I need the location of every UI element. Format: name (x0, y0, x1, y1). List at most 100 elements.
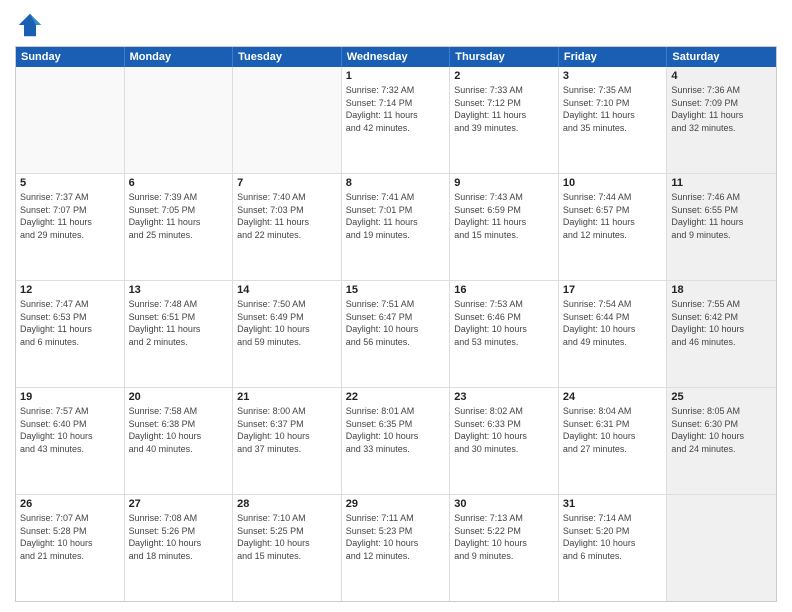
day-info-21: Sunrise: 8:00 AM Sunset: 6:37 PM Dayligh… (237, 405, 337, 455)
day-cell-22: 22 Sunrise: 8:01 AM Sunset: 6:35 PM Dayli… (342, 388, 451, 494)
day-info-2: Sunrise: 7:33 AM Sunset: 7:12 PM Dayligh… (454, 84, 554, 134)
day-cell-empty-4-6 (667, 495, 776, 601)
day-cell-6: 6 Sunrise: 7:39 AM Sunset: 7:05 PM Daylig… (125, 174, 234, 280)
page: SundayMondayTuesdayWednesdayThursdayFrid… (0, 0, 792, 612)
day-info-31: Sunrise: 7:14 AM Sunset: 5:20 PM Dayligh… (563, 512, 663, 562)
day-info-1: Sunrise: 7:32 AM Sunset: 7:14 PM Dayligh… (346, 84, 446, 134)
day-number-18: 18 (671, 284, 772, 296)
day-number-20: 20 (129, 391, 229, 403)
day-info-26: Sunrise: 7:07 AM Sunset: 5:28 PM Dayligh… (20, 512, 120, 562)
logo-icon (15, 10, 45, 40)
day-number-24: 24 (563, 391, 663, 403)
day-info-30: Sunrise: 7:13 AM Sunset: 5:22 PM Dayligh… (454, 512, 554, 562)
day-info-5: Sunrise: 7:37 AM Sunset: 7:07 PM Dayligh… (20, 191, 120, 241)
day-info-29: Sunrise: 7:11 AM Sunset: 5:23 PM Dayligh… (346, 512, 446, 562)
day-number-10: 10 (563, 177, 663, 189)
day-cell-29: 29 Sunrise: 7:11 AM Sunset: 5:23 PM Dayli… (342, 495, 451, 601)
day-cell-1: 1 Sunrise: 7:32 AM Sunset: 7:14 PM Daylig… (342, 67, 451, 173)
day-number-26: 26 (20, 498, 120, 510)
day-number-12: 12 (20, 284, 120, 296)
day-info-13: Sunrise: 7:48 AM Sunset: 6:51 PM Dayligh… (129, 298, 229, 348)
day-number-30: 30 (454, 498, 554, 510)
day-header-saturday: Saturday (667, 47, 776, 67)
day-cell-20: 20 Sunrise: 7:58 AM Sunset: 6:38 PM Dayli… (125, 388, 234, 494)
day-header-sunday: Sunday (16, 47, 125, 67)
day-info-4: Sunrise: 7:36 AM Sunset: 7:09 PM Dayligh… (671, 84, 772, 134)
day-info-3: Sunrise: 7:35 AM Sunset: 7:10 PM Dayligh… (563, 84, 663, 134)
day-number-8: 8 (346, 177, 446, 189)
day-number-22: 22 (346, 391, 446, 403)
day-number-29: 29 (346, 498, 446, 510)
day-info-8: Sunrise: 7:41 AM Sunset: 7:01 PM Dayligh… (346, 191, 446, 241)
day-cell-18: 18 Sunrise: 7:55 AM Sunset: 6:42 PM Dayli… (667, 281, 776, 387)
day-header-thursday: Thursday (450, 47, 559, 67)
day-cell-24: 24 Sunrise: 8:04 AM Sunset: 6:31 PM Dayli… (559, 388, 668, 494)
day-cell-empty-0-2 (233, 67, 342, 173)
day-info-25: Sunrise: 8:05 AM Sunset: 6:30 PM Dayligh… (671, 405, 772, 455)
calendar-body: 1 Sunrise: 7:32 AM Sunset: 7:14 PM Daylig… (16, 67, 776, 601)
day-number-5: 5 (20, 177, 120, 189)
day-info-18: Sunrise: 7:55 AM Sunset: 6:42 PM Dayligh… (671, 298, 772, 348)
day-number-4: 4 (671, 70, 772, 82)
day-cell-26: 26 Sunrise: 7:07 AM Sunset: 5:28 PM Dayli… (16, 495, 125, 601)
day-info-14: Sunrise: 7:50 AM Sunset: 6:49 PM Dayligh… (237, 298, 337, 348)
day-info-20: Sunrise: 7:58 AM Sunset: 6:38 PM Dayligh… (129, 405, 229, 455)
day-cell-empty-0-0 (16, 67, 125, 173)
day-number-2: 2 (454, 70, 554, 82)
week-row-2: 12 Sunrise: 7:47 AM Sunset: 6:53 PM Dayli… (16, 281, 776, 388)
day-number-31: 31 (563, 498, 663, 510)
day-cell-12: 12 Sunrise: 7:47 AM Sunset: 6:53 PM Dayli… (16, 281, 125, 387)
day-number-16: 16 (454, 284, 554, 296)
day-cell-25: 25 Sunrise: 8:05 AM Sunset: 6:30 PM Dayli… (667, 388, 776, 494)
day-cell-16: 16 Sunrise: 7:53 AM Sunset: 6:46 PM Dayli… (450, 281, 559, 387)
day-number-15: 15 (346, 284, 446, 296)
day-cell-9: 9Sunrise: 7:43 AM Sunset: 6:59 PM Daylig… (450, 174, 559, 280)
week-row-0: 1 Sunrise: 7:32 AM Sunset: 7:14 PM Daylig… (16, 67, 776, 174)
day-info-23: Sunrise: 8:02 AM Sunset: 6:33 PM Dayligh… (454, 405, 554, 455)
day-number-6: 6 (129, 177, 229, 189)
day-cell-28: 28 Sunrise: 7:10 AM Sunset: 5:25 PM Dayli… (233, 495, 342, 601)
day-header-monday: Monday (125, 47, 234, 67)
day-info-24: Sunrise: 8:04 AM Sunset: 6:31 PM Dayligh… (563, 405, 663, 455)
week-row-1: 5 Sunrise: 7:37 AM Sunset: 7:07 PM Daylig… (16, 174, 776, 281)
day-info-12: Sunrise: 7:47 AM Sunset: 6:53 PM Dayligh… (20, 298, 120, 348)
day-number-14: 14 (237, 284, 337, 296)
day-cell-5: 5 Sunrise: 7:37 AM Sunset: 7:07 PM Daylig… (16, 174, 125, 280)
day-number-28: 28 (237, 498, 337, 510)
day-cell-11: 11Sunrise: 7:46 AM Sunset: 6:55 PM Dayli… (667, 174, 776, 280)
week-row-4: 26 Sunrise: 7:07 AM Sunset: 5:28 PM Dayli… (16, 495, 776, 601)
day-cell-19: 19 Sunrise: 7:57 AM Sunset: 6:40 PM Dayli… (16, 388, 125, 494)
day-cell-14: 14 Sunrise: 7:50 AM Sunset: 6:49 PM Dayli… (233, 281, 342, 387)
calendar-header: SundayMondayTuesdayWednesdayThursdayFrid… (16, 47, 776, 67)
day-cell-13: 13 Sunrise: 7:48 AM Sunset: 6:51 PM Dayli… (125, 281, 234, 387)
day-info-6: Sunrise: 7:39 AM Sunset: 7:05 PM Dayligh… (129, 191, 229, 241)
day-info-15: Sunrise: 7:51 AM Sunset: 6:47 PM Dayligh… (346, 298, 446, 348)
day-info-17: Sunrise: 7:54 AM Sunset: 6:44 PM Dayligh… (563, 298, 663, 348)
day-cell-4: 4 Sunrise: 7:36 AM Sunset: 7:09 PM Daylig… (667, 67, 776, 173)
day-number-13: 13 (129, 284, 229, 296)
day-cell-10: 10 Sunrise: 7:44 AM Sunset: 6:57 PM Dayli… (559, 174, 668, 280)
day-number-17: 17 (563, 284, 663, 296)
header (15, 10, 777, 40)
day-info-19: Sunrise: 7:57 AM Sunset: 6:40 PM Dayligh… (20, 405, 120, 455)
week-row-3: 19 Sunrise: 7:57 AM Sunset: 6:40 PM Dayli… (16, 388, 776, 495)
day-info-10: Sunrise: 7:44 AM Sunset: 6:57 PM Dayligh… (563, 191, 663, 241)
day-number-1: 1 (346, 70, 446, 82)
day-info-16: Sunrise: 7:53 AM Sunset: 6:46 PM Dayligh… (454, 298, 554, 348)
day-cell-3: 3Sunrise: 7:35 AM Sunset: 7:10 PM Daylig… (559, 67, 668, 173)
day-number-19: 19 (20, 391, 120, 403)
day-cell-27: 27Sunrise: 7:08 AM Sunset: 5:26 PM Dayli… (125, 495, 234, 601)
day-header-tuesday: Tuesday (233, 47, 342, 67)
day-number-25: 25 (671, 391, 772, 403)
day-cell-17: 17 Sunrise: 7:54 AM Sunset: 6:44 PM Dayli… (559, 281, 668, 387)
day-cell-8: 8 Sunrise: 7:41 AM Sunset: 7:01 PM Daylig… (342, 174, 451, 280)
day-info-28: Sunrise: 7:10 AM Sunset: 5:25 PM Dayligh… (237, 512, 337, 562)
day-cell-15: 15 Sunrise: 7:51 AM Sunset: 6:47 PM Dayli… (342, 281, 451, 387)
day-header-friday: Friday (559, 47, 668, 67)
day-header-wednesday: Wednesday (342, 47, 451, 67)
day-number-21: 21 (237, 391, 337, 403)
day-cell-empty-0-1 (125, 67, 234, 173)
day-number-9: 9 (454, 177, 554, 189)
day-cell-31: 31 Sunrise: 7:14 AM Sunset: 5:20 PM Dayli… (559, 495, 668, 601)
day-info-22: Sunrise: 8:01 AM Sunset: 6:35 PM Dayligh… (346, 405, 446, 455)
